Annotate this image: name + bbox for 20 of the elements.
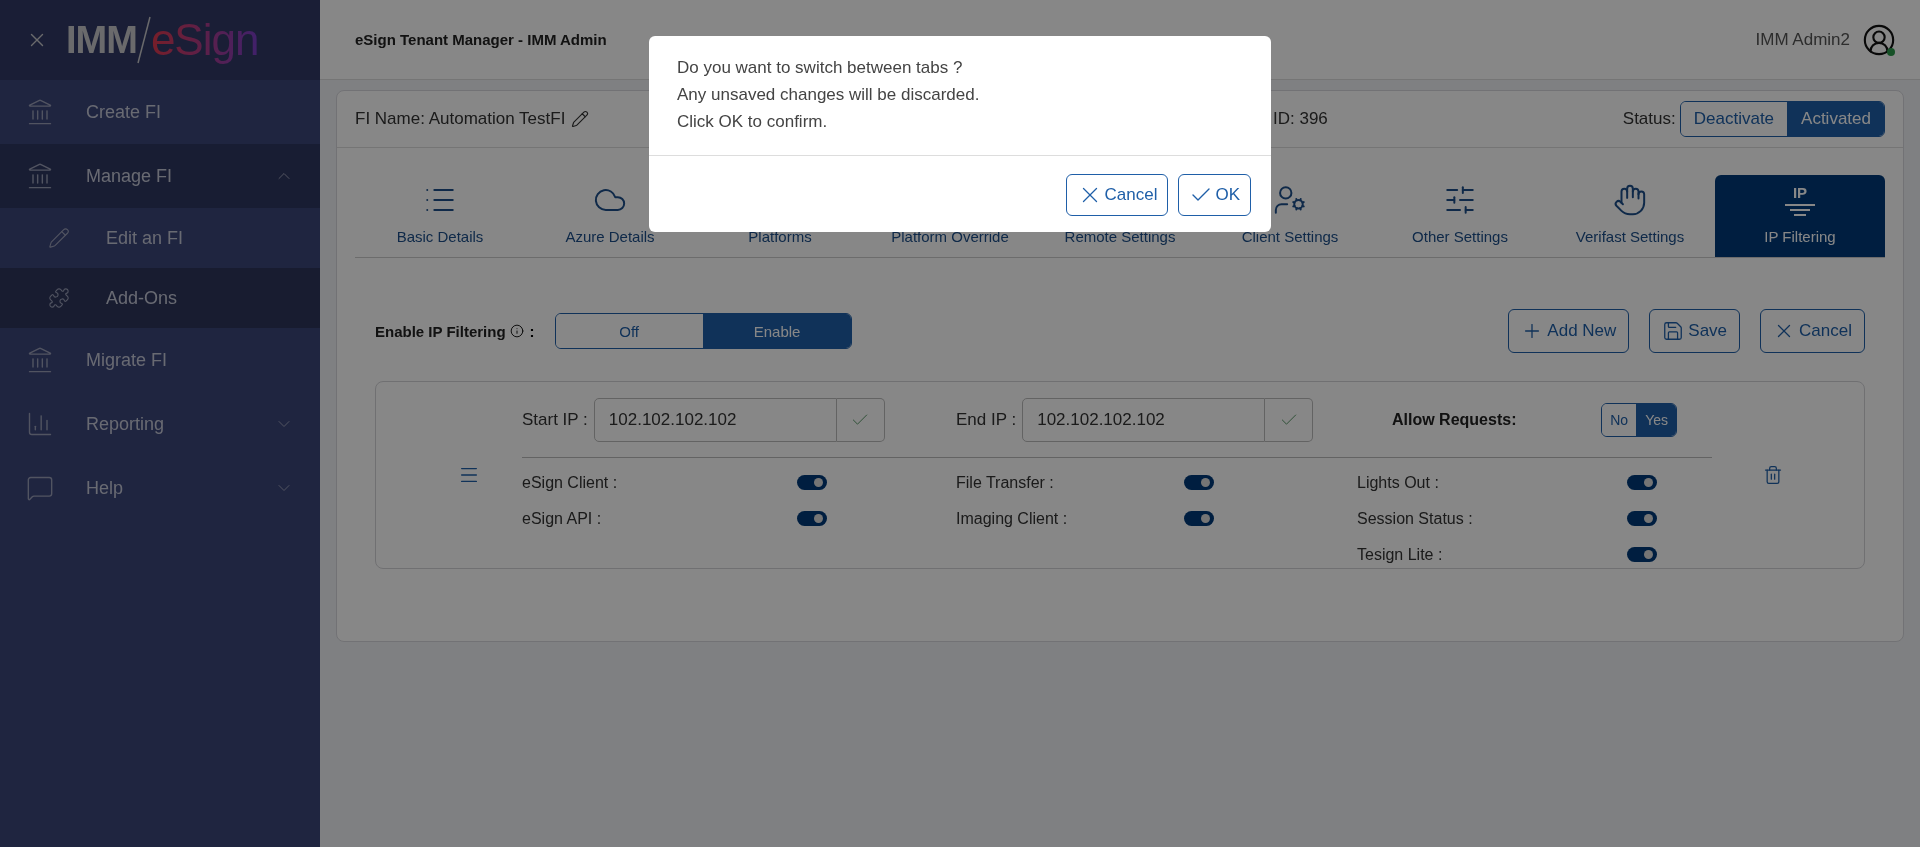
toggle-label: Lights Out : — [1357, 473, 1439, 492]
end-ip-label: End IP : — [956, 410, 1017, 430]
toggle-label: eSign Client : — [522, 473, 618, 492]
dialog-message: Click OK to confirm. — [677, 111, 829, 133]
toggle-label: Tesign Lite : — [1357, 545, 1443, 564]
fi-id: ID: 396 — [1273, 109, 1328, 129]
enable-ip-filtering-label: Enable IP Filtering — [375, 322, 506, 340]
dialog-message: Any unsaved changes will be discarded. — [677, 84, 981, 106]
toggle-label: eSign API : — [522, 509, 602, 528]
page-title: eSign Tenant Manager - IMM Admin — [355, 31, 608, 48]
status-label: Status: — [1622, 109, 1676, 129]
dialog-message: Do you want to switch between tabs ? — [677, 57, 964, 79]
user-name: IMM Admin2 — [1755, 29, 1850, 50]
logo: IMM eSign — [66, 15, 259, 65]
toggle-label: Imaging Client : — [956, 509, 1068, 528]
colon-text: : — [529, 322, 535, 340]
toggle-label: Session Status : — [1357, 509, 1473, 528]
allow-requests-label: Allow Requests: — [1392, 411, 1517, 429]
toggle-label: File Transfer : — [956, 473, 1054, 492]
start-ip-label: Start IP : — [522, 410, 588, 430]
